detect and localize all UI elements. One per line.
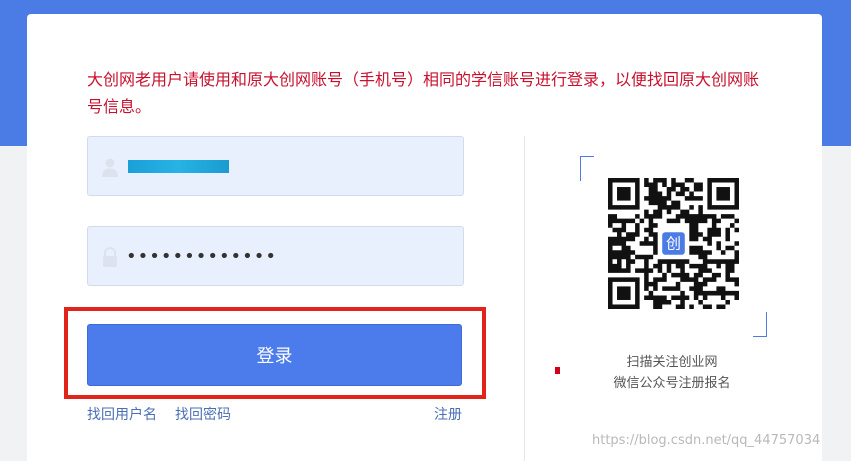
username-field[interactable] xyxy=(87,136,464,196)
qr-caption-line-1: 扫描关注创业网 xyxy=(626,355,718,370)
login-button[interactable]: 登录 xyxy=(87,324,462,386)
qr-caption-line-2: 微信公众号注册报名 xyxy=(613,376,731,391)
user-icon xyxy=(102,158,118,177)
register-link[interactable]: 注册 xyxy=(434,404,462,424)
qr-frame-corner-top-left xyxy=(580,156,594,181)
qr-caption: 扫描关注创业网 微信公众号注册报名 xyxy=(560,352,784,394)
qr-finder-pattern xyxy=(608,178,640,210)
find-username-link[interactable]: 找回用户名 xyxy=(87,404,157,424)
lock-icon xyxy=(103,247,117,267)
red-marker xyxy=(555,367,560,374)
find-password-link[interactable]: 找回密码 xyxy=(175,404,231,424)
qr-finder-pattern xyxy=(608,277,640,309)
password-field[interactable] xyxy=(87,226,464,286)
csdn-watermark: https://blog.csdn.net/qq_44757034 xyxy=(592,433,821,448)
qr-center-logo-text: 创 xyxy=(666,234,681,252)
redacted-username xyxy=(128,160,229,173)
qr-frame-corner-bottom-right xyxy=(753,312,767,337)
password-input[interactable] xyxy=(126,227,456,285)
vertical-divider xyxy=(524,136,525,461)
legacy-user-notice: 大创网老用户请使用和原大创网账号（手机号）相同的学信账号进行登录，以便找回原大创… xyxy=(87,70,760,116)
wechat-qr-code: 创 xyxy=(608,178,739,309)
qr-finder-pattern xyxy=(707,178,739,210)
